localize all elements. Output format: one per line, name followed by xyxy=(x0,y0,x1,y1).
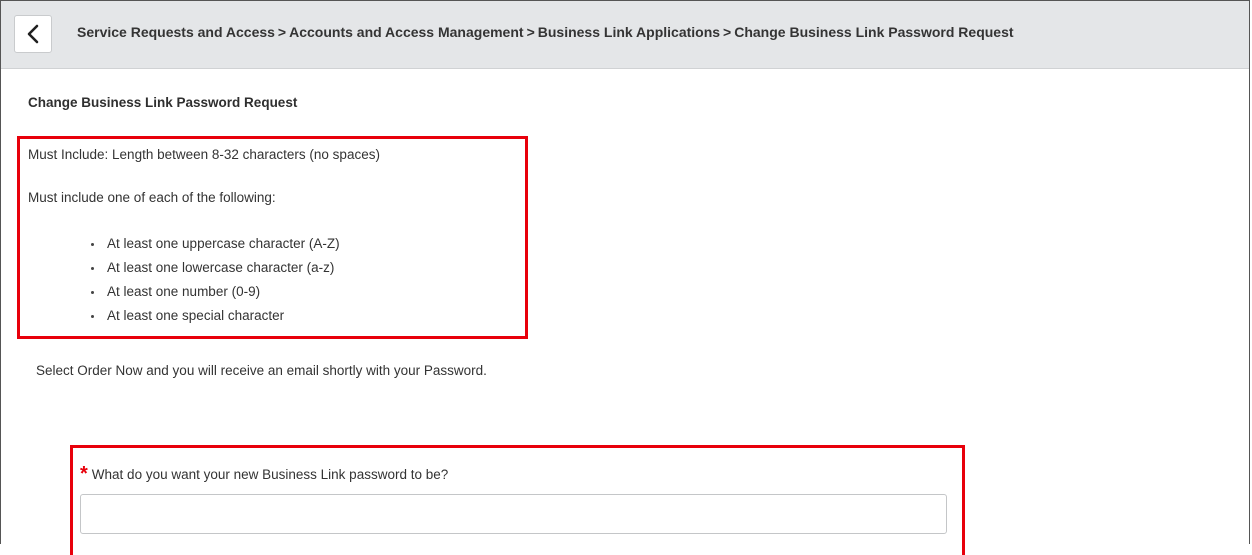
required-asterisk-icon: * xyxy=(80,463,88,485)
chevron-left-icon xyxy=(27,24,39,44)
order-instruction-text: Select Order Now and you will receive an… xyxy=(36,363,487,378)
back-button[interactable] xyxy=(14,15,52,53)
rule-list-item: At least one number (0-9) xyxy=(87,280,340,304)
breadcrumb-item-current: Change Business Link Password Request xyxy=(734,24,1014,40)
password-field-label: * What do you want your new Business Lin… xyxy=(80,463,449,485)
password-label-text: What do you want your new Business Link … xyxy=(91,467,449,482)
rule-list-item: At least one lowercase character (a-z) xyxy=(87,256,340,280)
header-bar: Service Requests and Access > Accounts and… xyxy=(1,1,1249,69)
breadcrumb-separator: > xyxy=(723,24,732,40)
form-title: Change Business Link Password Request xyxy=(28,95,298,110)
password-rules-list: At least one uppercase character (A-Z) A… xyxy=(87,232,340,328)
rule-list-item: At least one special character xyxy=(87,304,340,328)
breadcrumb: Service Requests and Access > Accounts and… xyxy=(77,24,1014,40)
breadcrumb-item-service-requests[interactable]: Service Requests and Access xyxy=(77,24,275,40)
breadcrumb-item-accounts-access[interactable]: Accounts and Access Management xyxy=(289,24,523,40)
length-rule-text: Must Include: Length between 8-32 charac… xyxy=(28,147,380,162)
new-password-input[interactable] xyxy=(80,494,947,534)
breadcrumb-separator: > xyxy=(277,24,287,40)
breadcrumb-separator: > xyxy=(526,24,535,40)
rule-list-item: At least one uppercase character (A-Z) xyxy=(87,232,340,256)
breadcrumb-item-business-link-apps[interactable]: Business Link Applications xyxy=(538,24,720,40)
rules-intro-text: Must include one of each of the followin… xyxy=(28,190,276,205)
